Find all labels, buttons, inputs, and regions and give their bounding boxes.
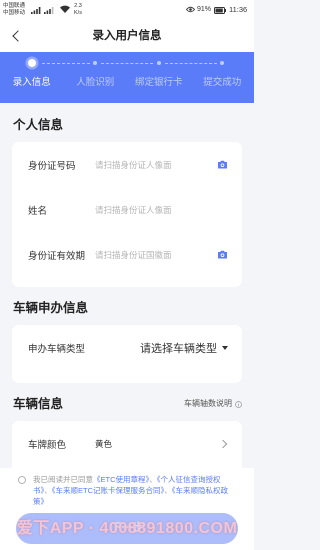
carrier-info: 中国联通 中国移动 <box>3 3 25 16</box>
step-dot <box>93 61 98 65</box>
plate-color-field[interactable]: 车牌颜色 黄色 <box>12 421 242 466</box>
name-input[interactable] <box>95 204 228 215</box>
carrier-name-2: 中国移动 <box>3 9 26 16</box>
agreement-prefix: 我已阅读并已同意 <box>33 475 93 484</box>
info-icon <box>235 400 242 408</box>
step-label: 绑定银行卡 <box>134 77 183 88</box>
clock: 11:36 <box>229 5 248 14</box>
plate-color-value: 黄色 <box>95 438 113 449</box>
step-dot <box>156 61 161 65</box>
vehicle-info-header: 车辆信息 车辆轴数说明 <box>13 396 242 412</box>
agreement-checkbox[interactable] <box>18 476 26 484</box>
field-label: 申办车辆类型 <box>28 343 86 355</box>
network-speed-unit: K/s <box>74 9 82 16</box>
next-step-button[interactable]: 下一步 <box>16 513 238 544</box>
vehicle-type-select[interactable]: 请选择车辆类型 <box>140 340 217 356</box>
vehicle-type-field[interactable]: 申办车辆类型 请选择车辆类型 <box>12 325 242 370</box>
chevron-right-icon <box>218 439 228 448</box>
agreement-link-etc-rules[interactable]: 《ETC使用章程》 <box>93 475 149 484</box>
section-title-vehicle-application: 车辆申办信息 <box>13 301 89 315</box>
section-title-personal-info: 个人信息 <box>13 118 64 132</box>
step-dot <box>27 59 36 67</box>
wifi-icon <box>60 5 70 13</box>
agreement-separator: 、 <box>149 475 157 484</box>
step-dot <box>220 61 225 65</box>
id-validity-field: 身份证有效期 <box>12 232 242 277</box>
id-number-input[interactable] <box>95 159 217 170</box>
step-enter-info: 录入信息 <box>0 52 64 103</box>
nav-bar: 录入用户信息 <box>0 20 254 52</box>
camera-icon[interactable] <box>217 250 228 259</box>
progress-stepper: 录入信息 人脸识别 绑定银行卡 提交成功 <box>0 52 254 103</box>
battery-icon <box>214 6 226 14</box>
page-title: 录入用户信息 <box>92 30 162 42</box>
bottom-action-bar: 我已阅读并已同意《ETC使用章程》、《个人征信查询授权书》、《车来顺ETC记账卡… <box>0 468 254 550</box>
personal-info-card: 身份证号码 姓名 身份证有效期 <box>12 142 242 287</box>
network-speed-value: 2.3 <box>74 3 82 9</box>
id-validity-input[interactable] <box>95 249 217 260</box>
id-number-field: 身份证号码 <box>12 142 242 187</box>
battery-percent: 91% <box>197 6 212 13</box>
vehicle-application-card: 申办车辆类型 请选择车辆类型 <box>12 325 242 383</box>
status-bar: 中国联通 中国移动 2.3 K/s 91% 11:36 <box>0 0 254 20</box>
axle-count-help-link[interactable]: 车辆轴数说明 <box>184 396 242 412</box>
step-face-recognition: 人脸识别 <box>64 52 128 103</box>
step-label: 录入信息 <box>12 77 51 88</box>
network-speed: 2.3 K/s <box>74 3 82 16</box>
caret-down-icon <box>222 345 228 350</box>
step-label: 人脸识别 <box>76 77 115 88</box>
camera-icon[interactable] <box>217 160 228 169</box>
help-link-label: 车辆轴数说明 <box>184 399 232 408</box>
field-label: 车牌颜色 <box>28 439 67 451</box>
step-label: 提交成功 <box>203 77 242 88</box>
name-field: 姓名 <box>12 187 242 232</box>
field-label: 姓名 <box>28 205 48 217</box>
field-label: 身份证有效期 <box>28 250 86 262</box>
signal-icon <box>31 6 55 14</box>
step-bind-bank-card: 绑定银行卡 <box>127 52 191 103</box>
agreement-text: 我已阅读并已同意《ETC使用章程》、《个人征信查询授权书》、《车来顺ETC记账卡… <box>33 474 233 507</box>
agreement-link-factoring-contract[interactable]: 《车来顺ETC记账卡保理服务合同》 <box>52 486 165 495</box>
back-button[interactable] <box>6 26 26 46</box>
eye-icon <box>186 6 195 13</box>
field-label: 身份证号码 <box>28 160 76 172</box>
agreement-separator: 、 <box>164 486 172 495</box>
carrier-name-1: 中国联通 <box>3 3 26 9</box>
agreement-separator: 、 <box>44 486 52 495</box>
step-submit-success: 提交成功 <box>191 52 255 103</box>
section-title-vehicle-info: 车辆信息 <box>13 397 64 411</box>
chevron-left-icon <box>12 30 24 42</box>
